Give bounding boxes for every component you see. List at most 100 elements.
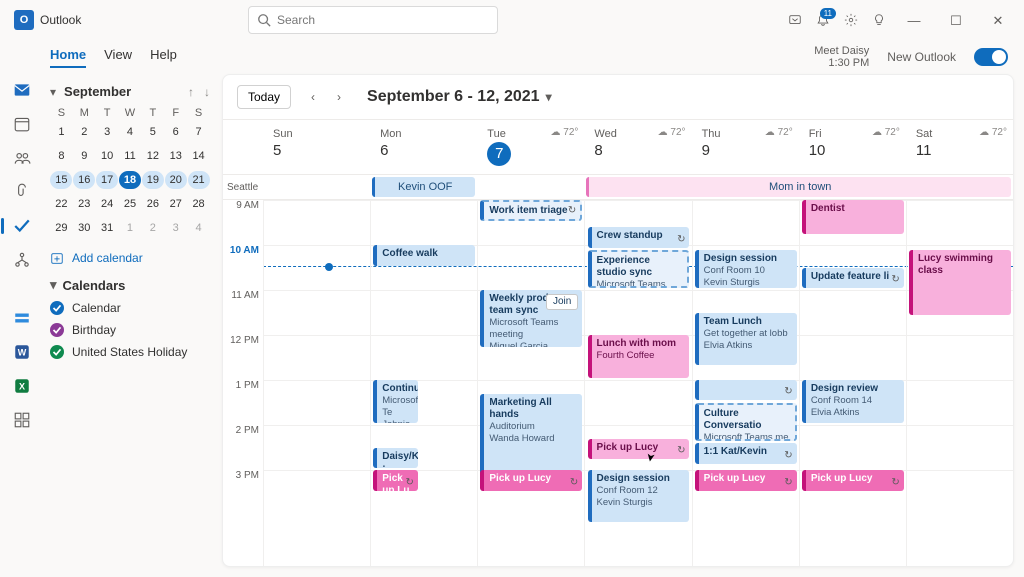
mini-calendar[interactable]: SMTWTFS 12345678910111213141516171819202… bbox=[50, 107, 210, 237]
mini-day[interactable]: 3 bbox=[165, 219, 187, 237]
mini-day[interactable]: 19 bbox=[142, 171, 164, 189]
mini-day[interactable]: 14 bbox=[188, 147, 210, 165]
rail-excel-icon[interactable]: X bbox=[12, 376, 32, 396]
today-button[interactable]: Today bbox=[237, 85, 291, 109]
allday-event[interactable]: Mom in town bbox=[586, 177, 1011, 197]
mini-day[interactable]: 10 bbox=[96, 147, 118, 165]
calendar-event[interactable]: Coffee walk bbox=[373, 245, 475, 266]
allday-event[interactable]: Kevin OOF bbox=[372, 177, 475, 197]
add-calendar-button[interactable]: Add calendar bbox=[50, 251, 210, 265]
calendar-event[interactable]: Lunch with momFourth Coffee bbox=[588, 335, 690, 378]
mini-day[interactable]: 28 bbox=[188, 195, 210, 213]
calendar-event[interactable]: Experience studio syncMicrosoft Teams me… bbox=[588, 250, 690, 289]
calendar-event[interactable]: Pick up Lucy↻ bbox=[695, 470, 797, 491]
day-header[interactable]: Sat11☁ 72° bbox=[906, 124, 1013, 168]
calendar-event[interactable]: Team LunchGet together at lobbElvia Atki… bbox=[695, 313, 797, 365]
mini-day[interactable]: 31 bbox=[96, 219, 118, 237]
calendar-event[interactable]: 1:1 Kat/Kevin↻ bbox=[695, 443, 797, 464]
mini-day[interactable]: 1 bbox=[50, 123, 72, 141]
mini-prev-month[interactable]: ↑ bbox=[188, 85, 194, 99]
up-next[interactable]: Meet Daisy 1:30 PM bbox=[814, 45, 869, 69]
mini-day[interactable]: 8 bbox=[50, 147, 72, 165]
calendar-event[interactable]: Weekly product team syncMicrosoft Teams … bbox=[480, 290, 582, 347]
close-button[interactable]: ✕ bbox=[984, 13, 1012, 27]
tab-home[interactable]: Home bbox=[50, 47, 86, 68]
mini-day[interactable]: 13 bbox=[165, 147, 187, 165]
mini-day[interactable]: 23 bbox=[73, 195, 95, 213]
calendar-event[interactable]: ContinuingMicrosoft TeJohnie McC bbox=[373, 380, 418, 423]
calendar-event[interactable]: Work item triage↻ bbox=[480, 200, 582, 221]
calendar-checkbox[interactable] bbox=[50, 345, 64, 359]
calendar-event[interactable]: ↻ bbox=[695, 380, 797, 400]
mini-day[interactable]: 29 bbox=[50, 219, 72, 237]
maximize-button[interactable]: ☐ bbox=[942, 13, 970, 27]
calendar-event[interactable]: Dentist bbox=[802, 200, 904, 234]
rail-people[interactable] bbox=[12, 148, 32, 168]
search-input[interactable]: Search bbox=[248, 6, 498, 34]
calendar-list-item[interactable]: Birthday bbox=[50, 323, 210, 337]
prev-week-button[interactable]: ‹ bbox=[303, 86, 323, 108]
mini-day[interactable]: 1 bbox=[119, 219, 141, 237]
calendar-event[interactable]: Pick up Lucy↻ bbox=[588, 439, 690, 460]
day-header[interactable]: Mon6 bbox=[370, 124, 477, 168]
calendar-event[interactable]: Design sessionConf Room 10Kevin Sturgis bbox=[695, 250, 797, 289]
calendar-event[interactable]: Pick up Lu↻ bbox=[373, 470, 418, 491]
rail-more-apps[interactable] bbox=[12, 410, 32, 430]
mini-next-month[interactable]: ↓ bbox=[204, 85, 210, 99]
mini-day[interactable]: 2 bbox=[142, 219, 164, 237]
rail-todo[interactable] bbox=[12, 216, 32, 236]
rail-files[interactable] bbox=[12, 182, 32, 202]
day-header[interactable]: Thu9☁ 72° bbox=[692, 124, 799, 168]
day-header[interactable]: Sun5 bbox=[263, 124, 370, 168]
calendar-event[interactable]: Culture ConversatioMicrosoft Teams meDai… bbox=[695, 403, 797, 442]
mini-day[interactable]: 24 bbox=[96, 195, 118, 213]
calendar-event[interactable]: Update feature li↻ bbox=[802, 268, 904, 289]
calendar-list-item[interactable]: United States Holiday bbox=[50, 345, 210, 359]
rail-calendar[interactable] bbox=[12, 114, 32, 134]
calendar-event[interactable]: Lucy swimming class bbox=[909, 250, 1011, 316]
tab-view[interactable]: View bbox=[104, 47, 132, 68]
date-range[interactable]: September 6 - 12, 2021 ▾ bbox=[367, 88, 552, 106]
mini-day[interactable]: 5 bbox=[142, 123, 164, 141]
rail-mail[interactable] bbox=[12, 80, 32, 100]
mini-day[interactable]: 20 bbox=[165, 171, 187, 189]
mini-day[interactable]: 9 bbox=[73, 147, 95, 165]
calendar-event[interactable]: Design sessionConf Room 12Kevin Sturgis bbox=[588, 470, 690, 522]
mini-day[interactable]: 15 bbox=[50, 171, 72, 189]
mini-day[interactable]: 21 bbox=[188, 171, 210, 189]
tips-icon[interactable] bbox=[872, 13, 886, 27]
notifications-button[interactable]: 11 bbox=[816, 13, 830, 27]
mini-day[interactable]: 6 bbox=[165, 123, 187, 141]
mini-day[interactable]: 12 bbox=[142, 147, 164, 165]
calendar-event[interactable]: Daisy/Kat : bbox=[373, 448, 418, 469]
mini-day[interactable]: 17 bbox=[96, 171, 118, 189]
day-header[interactable]: Fri10☁ 72° bbox=[799, 124, 906, 168]
mini-day[interactable]: 22 bbox=[50, 195, 72, 213]
calendar-event[interactable]: Crew standup↻ bbox=[588, 227, 690, 248]
chevron-down-icon[interactable]: ▾ bbox=[50, 85, 56, 99]
calendar-event[interactable]: Pick up Lucy↻ bbox=[480, 470, 582, 491]
calendar-event[interactable]: Marketing All handsAuditoriumWanda Howar… bbox=[480, 394, 582, 482]
next-week-button[interactable]: › bbox=[329, 86, 349, 108]
minimize-button[interactable]: — bbox=[900, 13, 928, 27]
settings-icon[interactable] bbox=[844, 13, 858, 27]
ribbon-display-icon[interactable] bbox=[788, 13, 802, 27]
rail-org[interactable] bbox=[12, 250, 32, 270]
mini-day[interactable]: 7 bbox=[188, 123, 210, 141]
calendar-checkbox[interactable] bbox=[50, 323, 64, 337]
tab-help[interactable]: Help bbox=[150, 47, 177, 68]
mini-day[interactable]: 4 bbox=[188, 219, 210, 237]
mini-day[interactable]: 16 bbox=[73, 171, 95, 189]
mini-day[interactable]: 25 bbox=[119, 195, 141, 213]
mini-day[interactable]: 30 bbox=[73, 219, 95, 237]
calendar-event[interactable]: Pick up Lucy↻ bbox=[802, 470, 904, 491]
calendar-list-item[interactable]: Calendar bbox=[50, 301, 210, 315]
day-header[interactable]: Tue7☁ 72° bbox=[477, 124, 584, 168]
calendar-event[interactable]: Design reviewConf Room 14Elvia Atkins bbox=[802, 380, 904, 423]
day-header[interactable]: Wed8☁ 72° bbox=[584, 124, 691, 168]
join-button[interactable]: Join bbox=[546, 294, 578, 310]
rail-app-1[interactable] bbox=[12, 308, 32, 328]
rail-word-icon[interactable]: W bbox=[12, 342, 32, 362]
mini-day[interactable]: 11 bbox=[119, 147, 141, 165]
new-outlook-toggle[interactable] bbox=[974, 48, 1008, 66]
